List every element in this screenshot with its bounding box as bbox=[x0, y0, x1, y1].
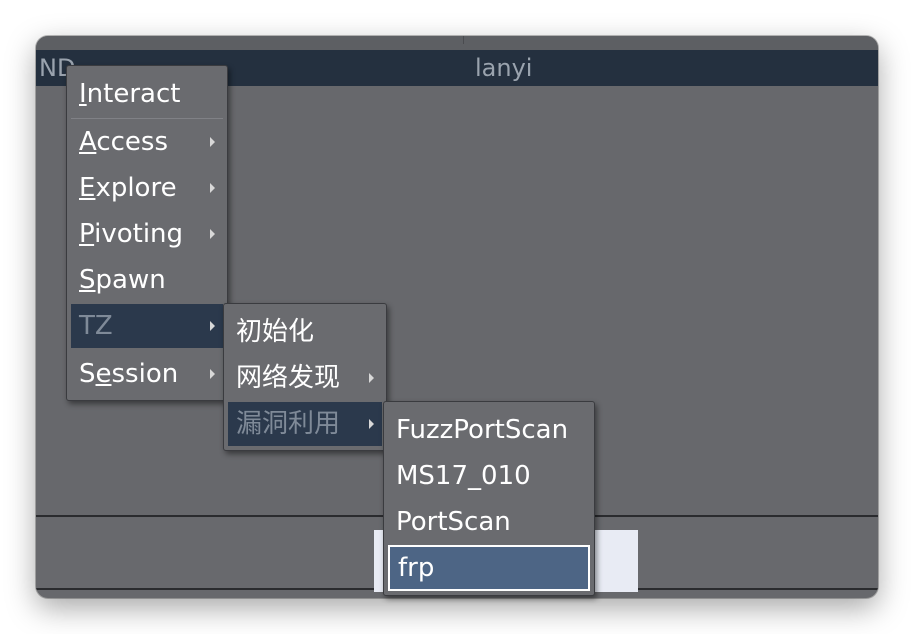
submenu-arrow-icon bbox=[210, 369, 215, 379]
exploit-submenu: FuzzPortScan MS17_010 PortScan frp bbox=[383, 401, 595, 596]
mnemonic-e: E bbox=[79, 173, 96, 203]
menu-item-init-label: 初始化 bbox=[236, 317, 315, 347]
menu-item-access-label: ccess bbox=[96, 127, 169, 157]
menu-item-portscan[interactable]: PortScan bbox=[388, 500, 590, 544]
menu-item-interact-label: nteract bbox=[86, 79, 181, 109]
menu-item-init[interactable]: 初始化 bbox=[228, 310, 382, 354]
mnemonic-a: A bbox=[79, 127, 97, 157]
submenu-arrow-icon bbox=[210, 183, 215, 193]
menu-item-access[interactable]: Access bbox=[71, 120, 223, 164]
menu-item-spawn[interactable]: Spawn bbox=[71, 258, 223, 302]
menu-item-fuzzportscan-label: FuzzPortScan bbox=[396, 415, 569, 445]
menu-item-tz-label: TZ bbox=[79, 311, 113, 341]
header-title: lanyi bbox=[475, 54, 533, 82]
menu-separator bbox=[71, 118, 223, 119]
menu-item-network-discovery[interactable]: 网络发现 bbox=[228, 356, 382, 400]
mnemonic-e2: e bbox=[95, 359, 112, 389]
menu-item-ms17-010[interactable]: MS17_010 bbox=[388, 454, 590, 498]
menu-item-explore-label: xplore bbox=[95, 173, 177, 203]
mnemonic-p: P bbox=[79, 219, 95, 249]
menu-item-frp[interactable]: frp bbox=[388, 545, 590, 591]
menu-item-pivoting-label: ivoting bbox=[94, 219, 184, 249]
menu-item-exploit-label: 漏洞利用 bbox=[236, 409, 341, 439]
menu-item-spawn-label: pawn bbox=[95, 265, 166, 295]
tz-submenu: 初始化 网络发现 漏洞利用 bbox=[223, 303, 387, 451]
menu-item-exploit[interactable]: 漏洞利用 bbox=[228, 402, 382, 446]
menu-item-network-discovery-label: 网络发现 bbox=[236, 363, 341, 393]
context-menu: Interact Access Explore Pivoting Spawn T… bbox=[66, 65, 228, 401]
menu-item-interact[interactable]: Interact bbox=[71, 72, 223, 116]
submenu-arrow-icon bbox=[210, 229, 215, 239]
menu-item-pivoting[interactable]: Pivoting bbox=[71, 212, 223, 256]
menu-item-portscan-label: PortScan bbox=[396, 507, 511, 537]
session-prefix: S bbox=[79, 359, 96, 389]
top-strip bbox=[36, 36, 878, 50]
submenu-arrow-icon bbox=[369, 373, 374, 383]
submenu-arrow-icon bbox=[210, 321, 215, 331]
menu-item-ms17-010-label: MS17_010 bbox=[396, 461, 531, 491]
menu-item-session-label: ssion bbox=[111, 359, 179, 389]
mnemonic-s: S bbox=[79, 265, 96, 295]
menu-item-explore[interactable]: Explore bbox=[71, 166, 223, 210]
submenu-arrow-icon bbox=[210, 137, 215, 147]
submenu-arrow-icon bbox=[369, 419, 374, 429]
menu-item-fuzzportscan[interactable]: FuzzPortScan bbox=[388, 408, 590, 452]
menu-item-frp-label: frp bbox=[398, 553, 435, 583]
mnemonic-i: I bbox=[79, 79, 87, 109]
top-divider bbox=[463, 36, 464, 44]
menu-item-tz[interactable]: TZ bbox=[71, 304, 223, 348]
menu-item-session[interactable]: Session bbox=[71, 352, 223, 396]
